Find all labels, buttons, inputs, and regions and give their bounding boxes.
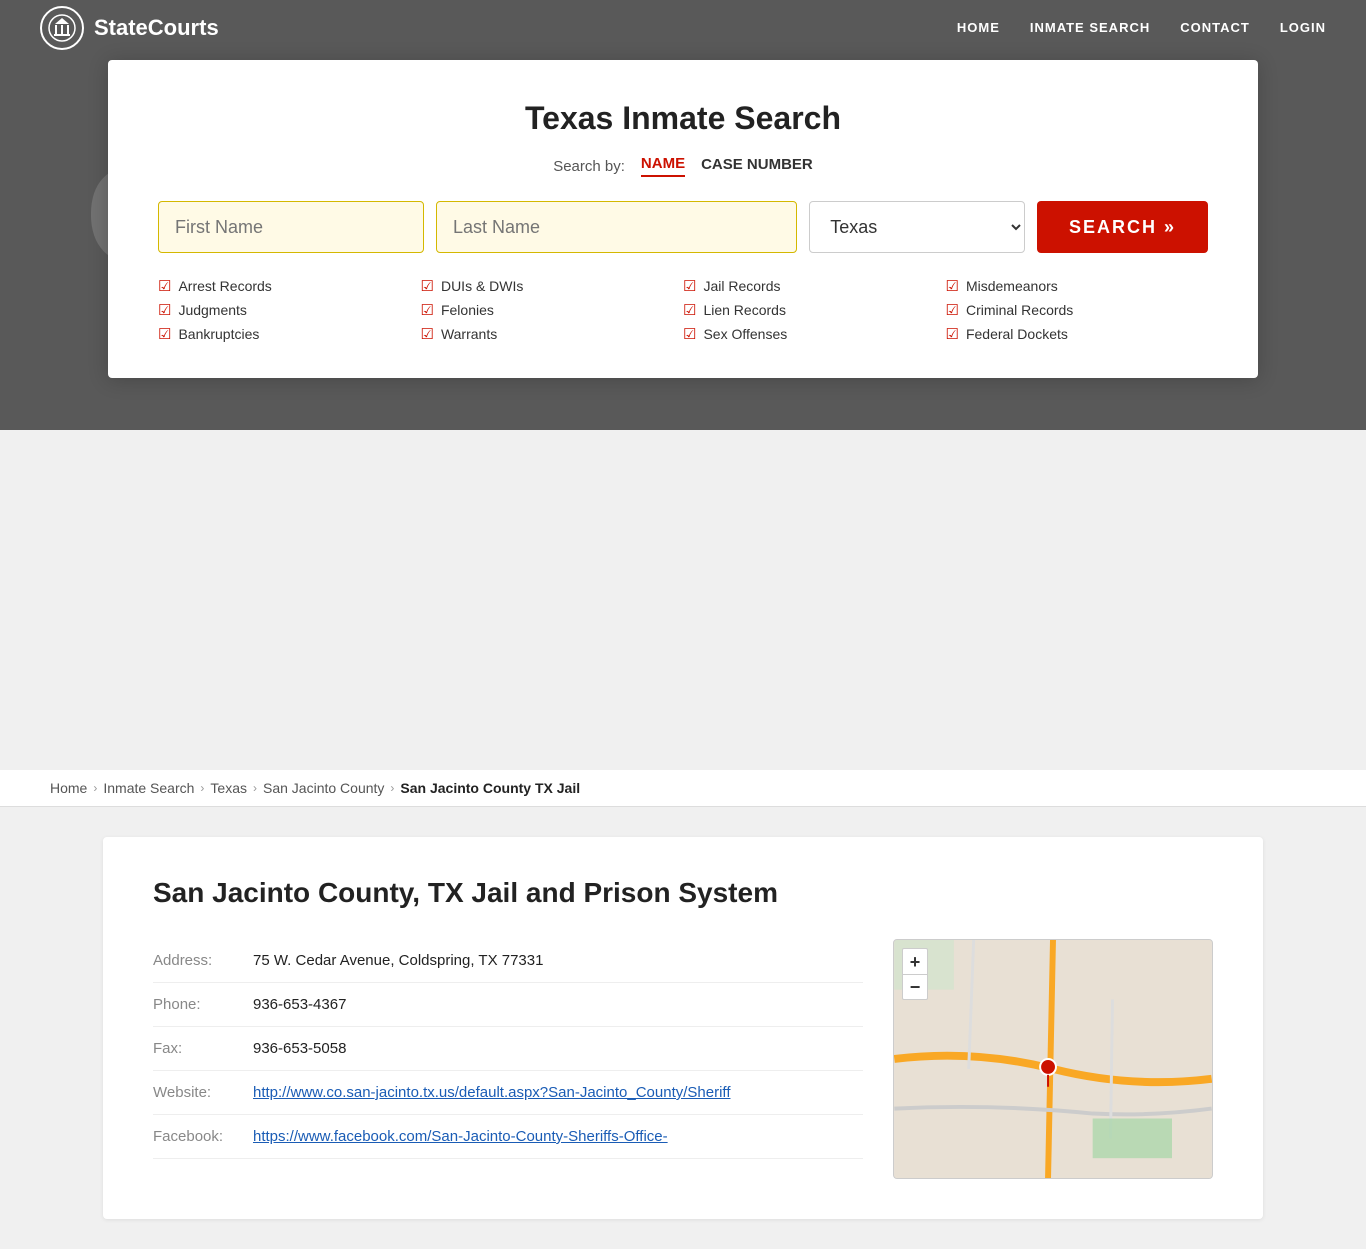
last-name-input[interactable] (436, 201, 797, 253)
search-card: Texas Inmate Search Search by: NAME CASE… (108, 60, 1258, 378)
logo-icon (40, 6, 84, 50)
tab-name[interactable]: NAME (641, 155, 685, 177)
nav-inmate-search[interactable]: INMATE SEARCH (1030, 20, 1150, 35)
breadcrumb-inmate-search[interactable]: Inmate Search (103, 780, 194, 796)
nav-links: HOME INMATE SEARCH CONTACT LOGIN (957, 20, 1326, 35)
map-svg (894, 940, 1212, 1178)
check-icon: ☑ (946, 277, 959, 295)
search-title: Texas Inmate Search (158, 100, 1208, 137)
breadcrumb-sep-2: › (200, 781, 204, 795)
features-grid: ☑ Arrest Records ☑ DUIs & DWIs ☑ Jail Records… (158, 277, 1208, 343)
check-icon: ☑ (158, 325, 171, 343)
map-zoom-in[interactable]: + (902, 948, 928, 974)
facility-card: San Jacinto County, TX Jail and Prison S… (103, 837, 1263, 1219)
check-icon: ☑ (421, 277, 434, 295)
nav-contact[interactable]: CONTACT (1180, 20, 1250, 35)
facebook-value: https://www.facebook.com/San-Jacinto-Cou… (253, 1128, 668, 1145)
check-icon: ☑ (946, 325, 959, 343)
nav-login[interactable]: LOGIN (1280, 20, 1326, 35)
feature-item: ☑ Felonies (421, 301, 684, 319)
top-navigation: StateCourts HOME INMATE SEARCH CONTACT L… (0, 0, 1366, 55)
feature-label: Arrest Records (178, 278, 271, 294)
phone-label: Phone: (153, 996, 253, 1013)
breadcrumb-sep-1: › (93, 781, 97, 795)
feature-item: ☑ Federal Dockets (946, 325, 1209, 343)
feature-item: ☑ Bankruptcies (158, 325, 421, 343)
breadcrumb-sep-4: › (390, 781, 394, 795)
feature-label: Criminal Records (966, 302, 1073, 318)
hero-section: COURTHOUSE StateCourts HOME INMATE SEARC… (0, 0, 1366, 430)
main-content: San Jacinto County, TX Jail and Prison S… (53, 807, 1313, 1249)
search-by-label: Search by: (553, 158, 625, 175)
feature-item: ☑ DUIs & DWIs (421, 277, 684, 295)
feature-label: Jail Records (703, 278, 780, 294)
check-icon: ☑ (683, 301, 696, 319)
feature-item: ☑ Misdemeanors (946, 277, 1209, 295)
check-icon: ☑ (421, 325, 434, 343)
breadcrumb-sep-3: › (253, 781, 257, 795)
fax-value: 936-653-5058 (253, 1040, 346, 1057)
feature-item: ☑ Judgments (158, 301, 421, 319)
facebook-row: Facebook: https://www.facebook.com/San-J… (153, 1115, 863, 1159)
feature-item: ☑ Warrants (421, 325, 684, 343)
facebook-label: Facebook: (153, 1128, 253, 1145)
feature-label: Bankruptcies (178, 326, 259, 342)
breadcrumb: Home › Inmate Search › Texas › San Jacin… (0, 770, 1366, 807)
check-icon: ☑ (421, 301, 434, 319)
feature-label: Lien Records (703, 302, 786, 318)
feature-label: Judgments (178, 302, 246, 318)
feature-label: Federal Dockets (966, 326, 1068, 342)
site-name: StateCourts (94, 15, 219, 41)
state-select[interactable]: Texas Alabama Alaska Arizona Arkansas Ca… (809, 201, 1025, 253)
website-label: Website: (153, 1084, 253, 1101)
breadcrumb-texas[interactable]: Texas (210, 780, 247, 796)
feature-label: Felonies (441, 302, 494, 318)
map-zoom-controls: + − (902, 948, 928, 1000)
fax-row: Fax: 936-653-5058 (153, 1027, 863, 1071)
site-logo[interactable]: StateCourts (40, 6, 219, 50)
address-value: 75 W. Cedar Avenue, Coldspring, TX 77331 (253, 952, 543, 969)
check-icon: ☑ (158, 277, 171, 295)
facility-map: + − (893, 939, 1213, 1179)
check-icon: ☑ (158, 301, 171, 319)
search-by-row: Search by: NAME CASE NUMBER (158, 155, 1208, 177)
search-inputs-row: Texas Alabama Alaska Arizona Arkansas Ca… (158, 201, 1208, 253)
feature-item: ☑ Arrest Records (158, 277, 421, 295)
breadcrumb-home[interactable]: Home (50, 780, 87, 796)
facebook-link[interactable]: https://www.facebook.com/San-Jacinto-Cou… (253, 1128, 668, 1145)
nav-home[interactable]: HOME (957, 20, 1000, 35)
phone-value: 936-653-4367 (253, 996, 346, 1013)
feature-label: Warrants (441, 326, 497, 342)
website-link[interactable]: http://www.co.san-jacinto.tx.us/default.… (253, 1084, 730, 1101)
phone-row: Phone: 936-653-4367 (153, 983, 863, 1027)
check-icon: ☑ (683, 325, 696, 343)
feature-item: ☑ Jail Records (683, 277, 946, 295)
facility-title: San Jacinto County, TX Jail and Prison S… (153, 877, 1213, 909)
check-icon: ☑ (683, 277, 696, 295)
feature-item: ☑ Criminal Records (946, 301, 1209, 319)
info-map-row: Address: 75 W. Cedar Avenue, Coldspring,… (153, 939, 1213, 1179)
feature-item: ☑ Sex Offenses (683, 325, 946, 343)
fax-label: Fax: (153, 1040, 253, 1057)
address-row: Address: 75 W. Cedar Avenue, Coldspring,… (153, 939, 863, 983)
feature-label: DUIs & DWIs (441, 278, 523, 294)
check-icon: ☑ (946, 301, 959, 319)
feature-label: Sex Offenses (703, 326, 787, 342)
breadcrumb-current: San Jacinto County TX Jail (400, 780, 580, 796)
facility-info-table: Address: 75 W. Cedar Avenue, Coldspring,… (153, 939, 863, 1179)
map-zoom-out[interactable]: − (902, 974, 928, 1000)
website-row: Website: http://www.co.san-jacinto.tx.us… (153, 1071, 863, 1115)
website-value: http://www.co.san-jacinto.tx.us/default.… (253, 1084, 730, 1101)
search-button[interactable]: SEARCH » (1037, 201, 1208, 253)
tab-case-number[interactable]: CASE NUMBER (701, 156, 813, 176)
address-label: Address: (153, 952, 253, 969)
feature-item: ☑ Lien Records (683, 301, 946, 319)
first-name-input[interactable] (158, 201, 424, 253)
breadcrumb-county[interactable]: San Jacinto County (263, 780, 384, 796)
feature-label: Misdemeanors (966, 278, 1058, 294)
